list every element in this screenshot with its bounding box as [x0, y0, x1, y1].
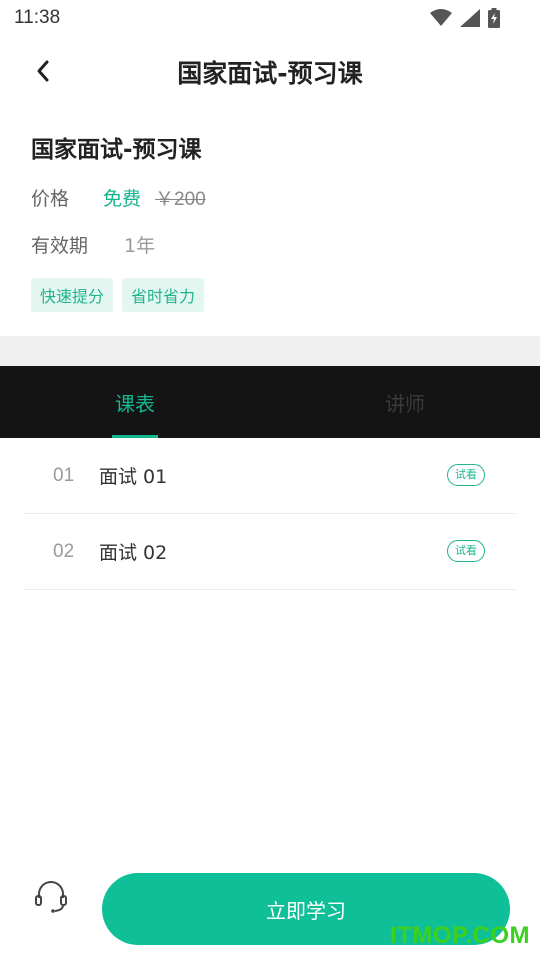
tab-schedule[interactable]: 课表: [0, 366, 270, 438]
price-row: 价格 免费 ￥200: [31, 184, 509, 211]
preview-badge[interactable]: 试看: [447, 464, 485, 486]
wifi-icon: [430, 9, 452, 26]
page-title: 国家面试-预习课: [177, 59, 363, 88]
validity-label: 有效期: [31, 235, 89, 257]
nav-bar: 国家面试-预习课: [0, 42, 540, 100]
tab-teacher[interactable]: 讲师: [270, 366, 540, 438]
course-title: 国家面试-预习课: [31, 137, 202, 163]
price-label: 价格: [31, 188, 70, 210]
watermark: ITMOP.COM: [389, 922, 530, 949]
signal-icon: [460, 9, 480, 27]
status-time: 11:38: [14, 7, 61, 28]
validity-value: 1年: [124, 235, 156, 257]
preview-badge[interactable]: 试看: [447, 540, 485, 562]
price-free: 免费: [103, 188, 142, 210]
lesson-title: 面试 01: [99, 466, 168, 488]
headset-icon: [35, 881, 67, 913]
status-bar: 11:38: [0, 0, 540, 36]
lesson-number: 01: [53, 464, 75, 486]
lesson-list: 01 面试 01 试看 02 面试 02 试看: [24, 438, 516, 590]
course-info: 国家面试-预习课 价格 免费 ￥200 有效期 1年 快速提分 省时省力: [31, 130, 509, 312]
tag-list: 快速提分 省时省力: [31, 278, 509, 312]
customer-service-button[interactable]: [33, 878, 69, 914]
tab-bar: 课表 讲师: [0, 366, 540, 438]
status-icons: [430, 8, 500, 28]
price-original: ￥200: [155, 189, 206, 210]
tag: 省时省力: [122, 278, 205, 312]
tag: 快速提分: [31, 278, 114, 312]
lesson-number: 02: [53, 540, 75, 562]
validity-row: 有效期 1年: [31, 231, 509, 258]
battery-icon: [488, 8, 500, 28]
section-divider: [0, 336, 540, 366]
list-item[interactable]: 01 面试 01 试看: [24, 438, 516, 514]
list-item[interactable]: 02 面试 02 试看: [24, 514, 516, 590]
lesson-title: 面试 02: [99, 542, 168, 564]
